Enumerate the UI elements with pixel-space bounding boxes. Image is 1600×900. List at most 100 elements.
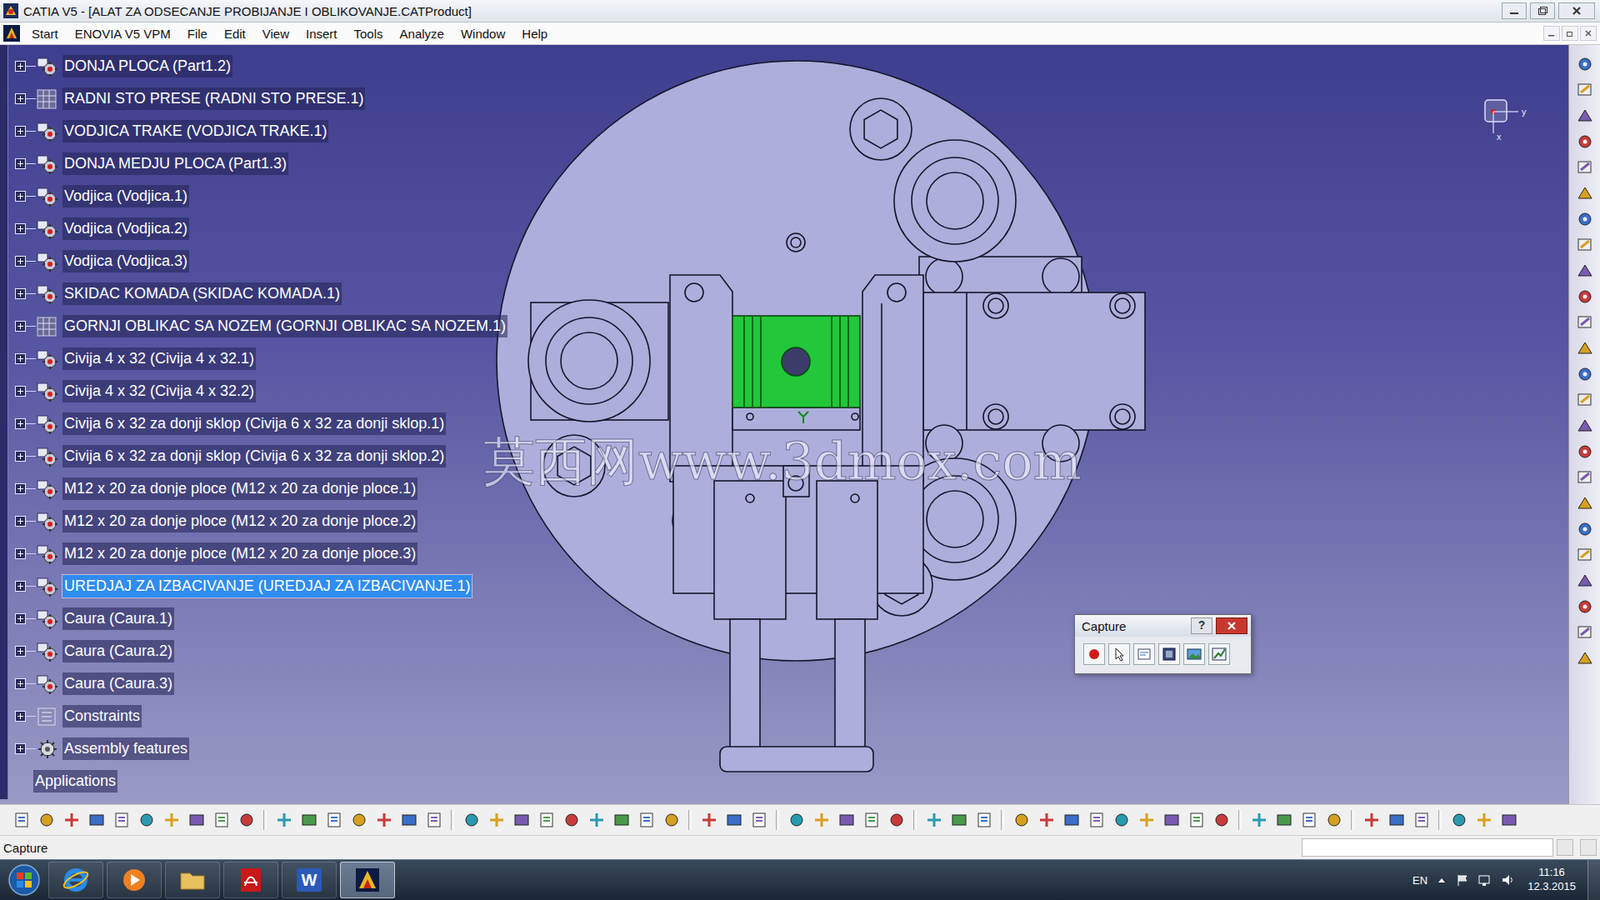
toolbar-button[interactable] <box>160 808 183 832</box>
toolbar-button[interactable] <box>1573 79 1597 100</box>
toolbar-button[interactable] <box>272 808 295 832</box>
toolbar-button[interactable] <box>860 808 883 832</box>
compass-icon[interactable]: yx <box>1476 93 1535 144</box>
expand-icon[interactable] <box>15 158 26 170</box>
toolbar-button[interactable] <box>185 808 208 832</box>
toolbar-button[interactable] <box>747 808 770 832</box>
tree-item[interactable]: Vodjica (Vodjica.2) <box>0 212 508 245</box>
tree-label[interactable]: Caura (Caura.3) <box>62 672 175 695</box>
toolbar-button[interactable] <box>1272 808 1295 832</box>
toolbar-button[interactable] <box>1573 544 1597 565</box>
taskbar-app[interactable] <box>165 861 220 899</box>
expand-icon[interactable] <box>15 613 26 625</box>
tree-item[interactable]: M12 x 20 za donje ploce (M12 x 20 za don… <box>0 537 508 570</box>
doc-minimize-button[interactable] <box>1543 25 1560 41</box>
album-button[interactable] <box>1183 643 1205 665</box>
doc-close-button[interactable] <box>1580 25 1597 41</box>
tree-label[interactable]: VODJICA TRAKE (VODJICA TRAKE.1) <box>62 120 329 143</box>
expand-icon[interactable] <box>15 385 26 397</box>
tree-label[interactable]: Civija 4 x 32 (Civija 4 x 32.1) <box>62 347 256 370</box>
menu-item[interactable]: Analyze <box>391 25 453 43</box>
show-desktop-button[interactable] <box>1587 860 1600 900</box>
toolbar-button[interactable] <box>1573 466 1597 488</box>
toolbar-button[interactable] <box>1573 570 1597 591</box>
toolbar-button[interactable] <box>10 808 33 832</box>
clock[interactable]: 11:16 12.3.2015 <box>1524 865 1580 895</box>
status-button[interactable] <box>1556 839 1574 856</box>
taskbar-app[interactable] <box>340 861 395 899</box>
expand-icon[interactable] <box>15 255 26 267</box>
tree-label[interactable]: RADNI STO PRESE (RADNI STO PRESE.1) <box>62 87 365 110</box>
tree-item[interactable]: RADNI STO PRESE (RADNI STO PRESE.1) <box>0 82 508 115</box>
toolbar-button[interactable] <box>1447 808 1470 832</box>
tree-label[interactable]: M12 x 20 za donje ploce (M12 x 20 za don… <box>62 510 418 533</box>
toolbar-button[interactable] <box>1573 156 1597 178</box>
toolbar-button[interactable] <box>1573 518 1597 540</box>
toolbar-button[interactable] <box>785 808 808 832</box>
toolbar-button[interactable] <box>1322 808 1345 832</box>
expand-icon[interactable] <box>15 515 26 527</box>
toolbar-button[interactable] <box>1185 808 1208 832</box>
toolbar-button[interactable] <box>210 808 233 832</box>
toolbar-button[interactable] <box>1135 808 1158 832</box>
toolbar-button[interactable] <box>885 808 908 832</box>
expand-icon[interactable] <box>15 678 26 690</box>
select-mode-button[interactable] <box>1108 643 1130 665</box>
dialog-title-bar[interactable]: Capture ? <box>1075 615 1251 637</box>
toolbar-button[interactable] <box>1385 808 1408 832</box>
tree-label[interactable]: Constraints <box>62 705 142 728</box>
toolbar-button[interactable] <box>1573 182 1597 204</box>
toolbar-button[interactable] <box>510 808 533 832</box>
minimize-button[interactable] <box>1501 2 1527 20</box>
tree-item[interactable]: DONJA MEDJU PLOCA (Part1.3) <box>0 147 508 180</box>
expand-icon[interactable] <box>15 450 26 462</box>
toolbar-button[interactable] <box>60 808 83 832</box>
tree-label[interactable]: M12 x 20 za donje ploce (M12 x 20 za don… <box>62 477 418 500</box>
toolbar-button[interactable] <box>1035 808 1058 832</box>
close-button[interactable] <box>1558 2 1595 20</box>
toolbar-button[interactable] <box>1060 808 1083 832</box>
save-capture-button[interactable] <box>1208 643 1230 665</box>
toolbar-button[interactable] <box>1573 389 1597 410</box>
tree-label[interactable]: Vodjica (Vodjica.3) <box>62 250 190 273</box>
tree-item[interactable]: VODJICA TRAKE (VODJICA TRAKE.1) <box>0 115 508 148</box>
tree-label[interactable]: DONJA PLOCA (Part1.2) <box>62 55 233 78</box>
toolbar-button[interactable] <box>372 808 395 832</box>
toolbar-button[interactable] <box>1410 808 1433 832</box>
toolbar-button[interactable] <box>835 808 858 832</box>
toolbar-button[interactable] <box>1110 808 1133 832</box>
toolbar-button[interactable] <box>235 808 258 832</box>
expand-icon[interactable] <box>15 743 26 755</box>
toolbar-button[interactable] <box>322 808 345 832</box>
toolbar-button[interactable] <box>397 808 420 832</box>
toolbar-button[interactable] <box>697 808 720 832</box>
command-input[interactable] <box>1301 838 1554 857</box>
toolbar-button[interactable] <box>810 808 833 832</box>
tree-item[interactable]: Caura (Caura.2) <box>0 635 508 668</box>
tree-label[interactable]: GORNJI OBLIKAC SA NOZEM (GORNJI OBLIKAC … <box>62 315 508 338</box>
doc-restore-button[interactable] <box>1561 25 1579 41</box>
show-hidden-icon[interactable] <box>1435 874 1448 886</box>
language-indicator[interactable]: EN <box>1412 874 1428 887</box>
expand-icon[interactable] <box>15 190 26 202</box>
taskbar-app[interactable] <box>223 861 279 899</box>
toolbar-button[interactable] <box>85 808 108 832</box>
toolbar-button[interactable] <box>1573 311 1597 333</box>
volume-icon[interactable] <box>1500 873 1516 887</box>
toolbar-button[interactable] <box>1573 415 1597 436</box>
toolbar-button[interactable] <box>1210 808 1233 832</box>
toolbar-button[interactable] <box>1085 808 1108 832</box>
tree-item[interactable]: M12 x 20 za donje ploce (M12 x 20 za don… <box>0 505 508 538</box>
expand-icon[interactable] <box>15 353 26 365</box>
menu-item[interactable]: ENOVIA V5 VPM <box>66 25 180 43</box>
menu-item[interactable]: Insert <box>297 25 346 43</box>
3d-viewport[interactable]: DONJA PLOCA (Part1.2) RADNI STO PRESE (R… <box>0 45 1569 805</box>
tree-item[interactable]: Constraints <box>0 700 508 733</box>
expand-icon[interactable] <box>15 548 26 560</box>
toolbar-button[interactable] <box>1573 337 1597 359</box>
tree-item[interactable]: DONJA PLOCA (Part1.2) <box>0 50 508 83</box>
tree-label[interactable]: Vodjica (Vodjica.1) <box>62 185 190 208</box>
menu-item[interactable]: Tools <box>345 25 392 43</box>
tree-item[interactable]: Vodjica (Vodjica.3) <box>0 245 508 278</box>
toolbar-button[interactable] <box>535 808 558 832</box>
